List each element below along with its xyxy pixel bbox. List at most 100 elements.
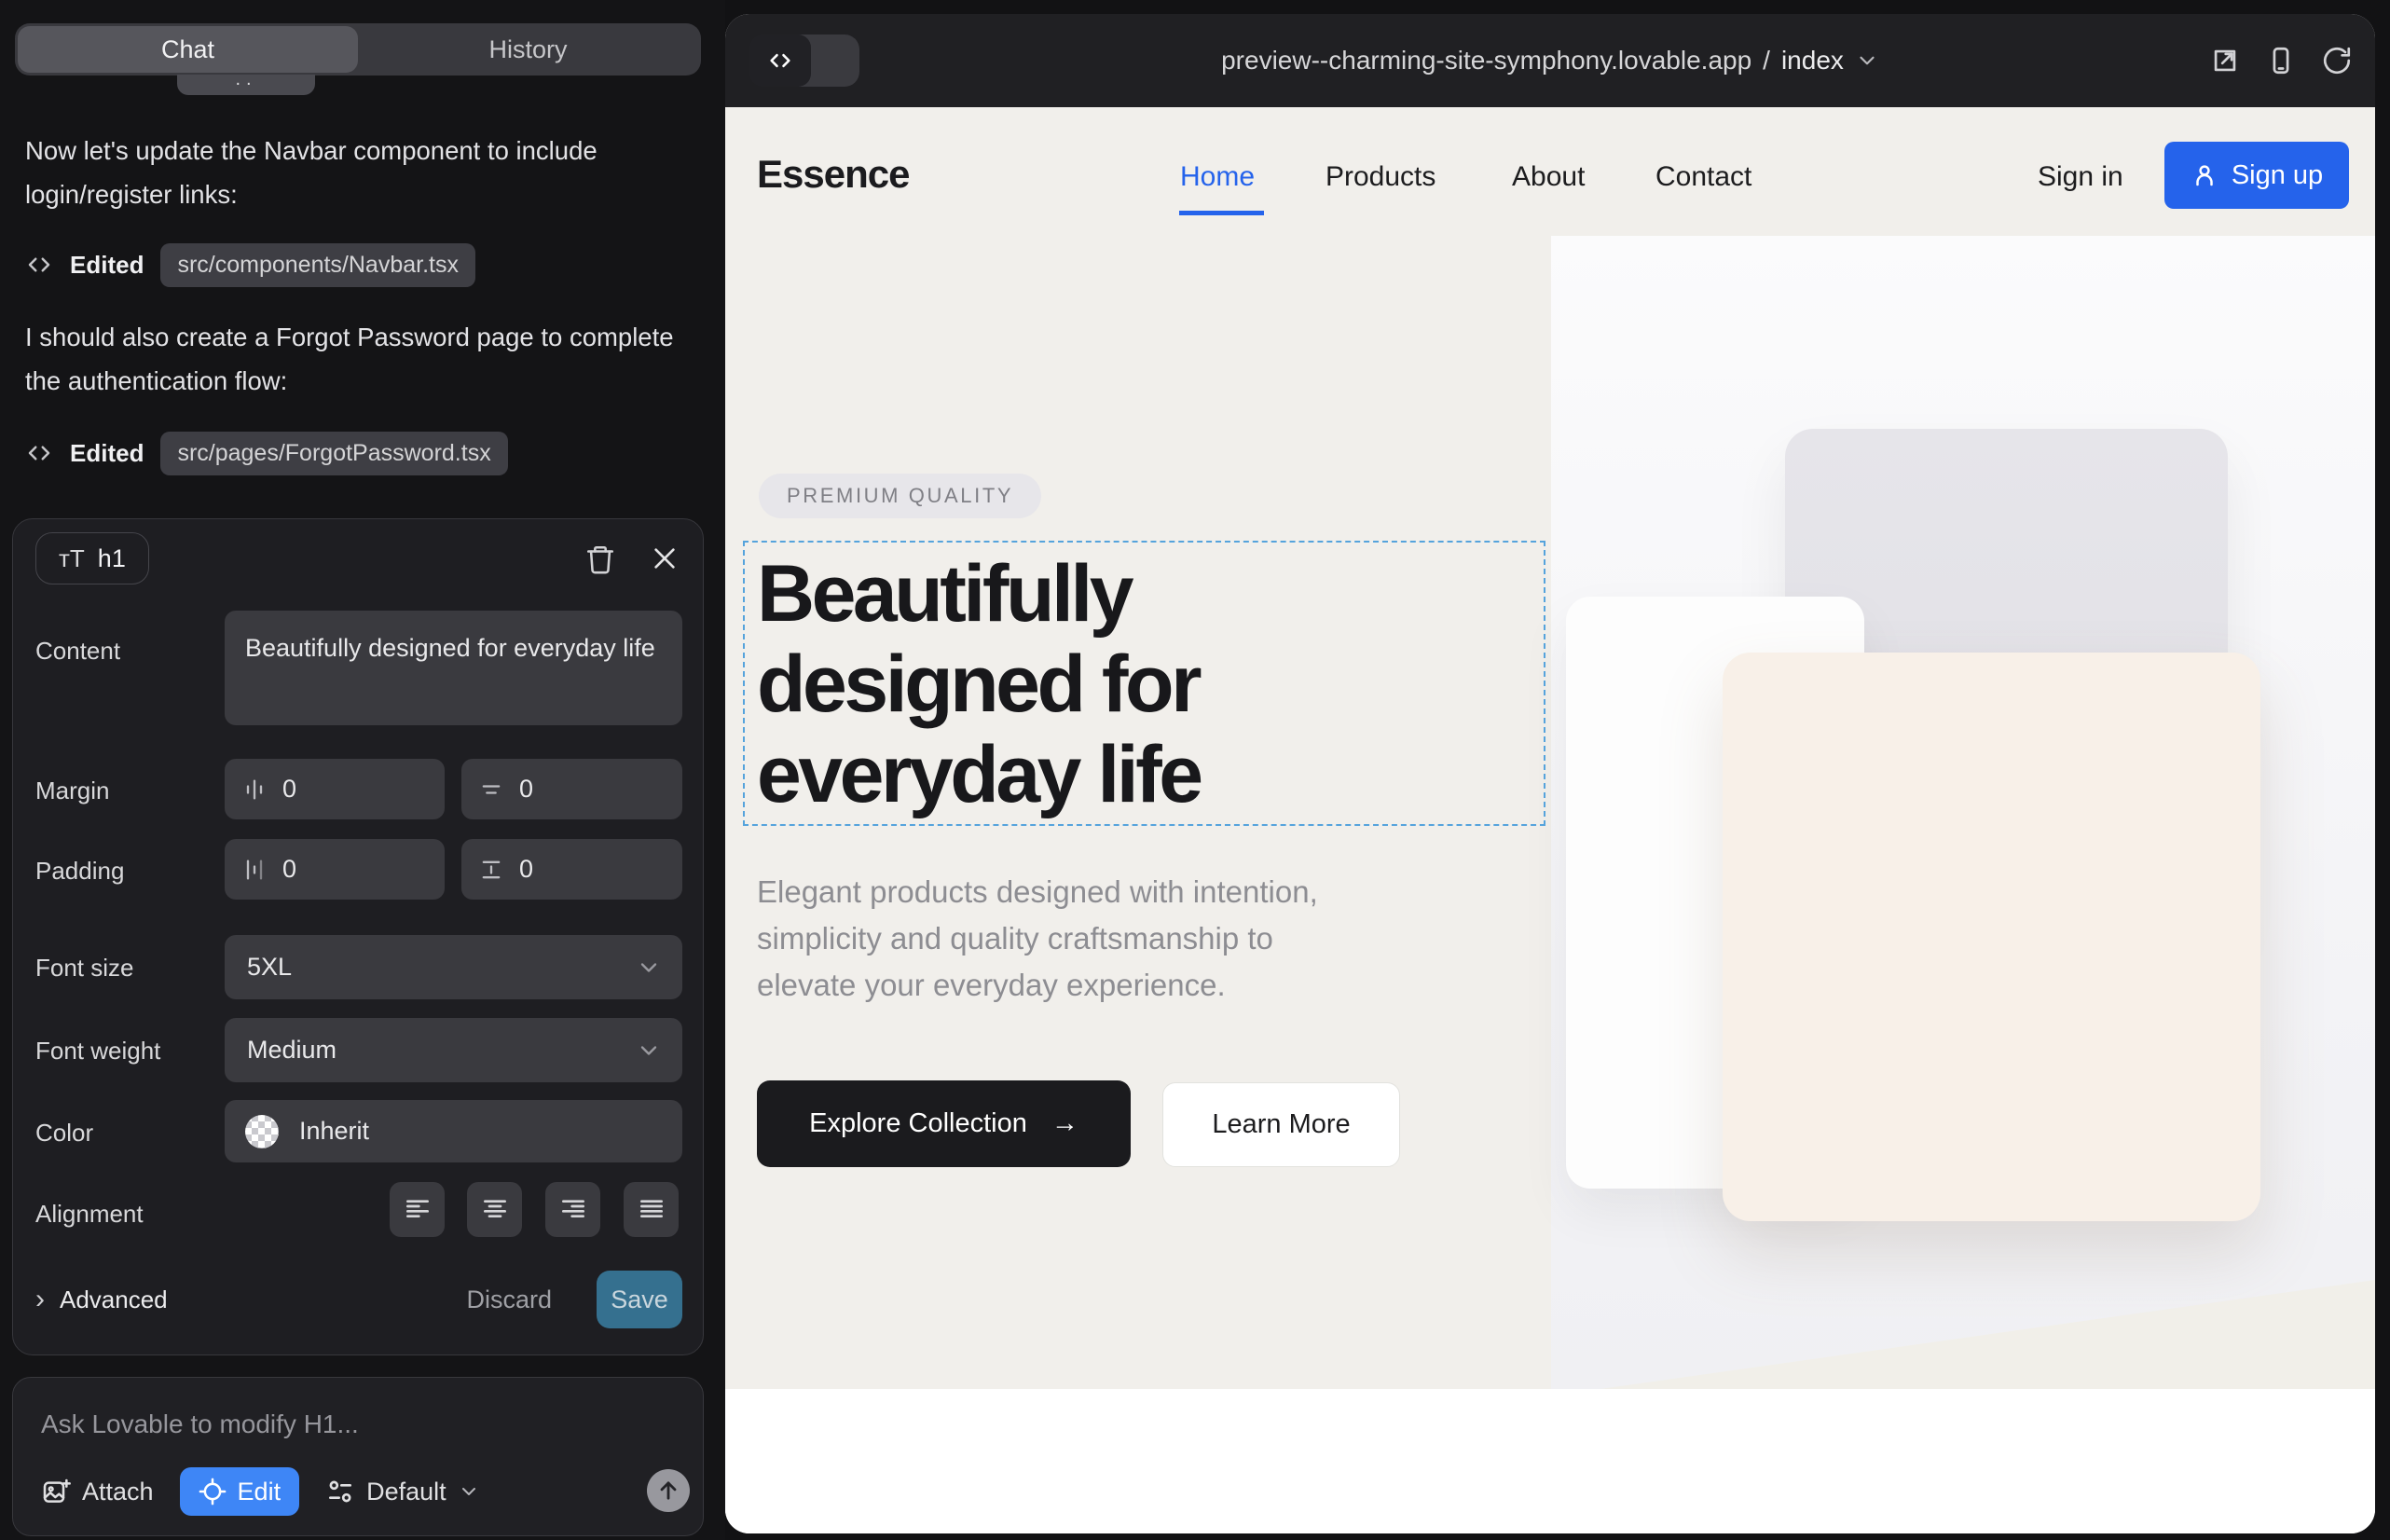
- assistant-message: Now let's update the Navbar component to…: [25, 129, 678, 216]
- nav-link-home[interactable]: Home: [1180, 161, 1255, 193]
- url-bar[interactable]: preview--charming-site-symphony.lovable.…: [725, 14, 2375, 107]
- active-nav-underline: [1179, 211, 1264, 215]
- decor-card-beige: [1723, 653, 2260, 1221]
- delete-element-button[interactable]: [584, 543, 616, 575]
- padding-x-input[interactable]: 0: [225, 839, 445, 900]
- align-right-button[interactable]: [545, 1182, 600, 1237]
- hero-visual-panel: [1551, 236, 2375, 1389]
- align-justify-button[interactable]: [624, 1182, 679, 1237]
- discard-button[interactable]: Discard: [466, 1286, 552, 1314]
- close-panel-button[interactable]: [650, 543, 680, 573]
- next-section-blank: [725, 1389, 2375, 1533]
- url-page: index: [1781, 46, 1844, 76]
- margin-vertical-icon: [478, 777, 504, 803]
- send-button[interactable]: [647, 1469, 690, 1512]
- hero-heading[interactable]: Beautifully designed for everyday life: [757, 549, 1201, 820]
- padding-horizontal-icon: [241, 857, 268, 883]
- align-left-button[interactable]: [390, 1182, 445, 1237]
- chrome-actions: [2209, 14, 2353, 107]
- chevron-down-icon: [636, 955, 662, 981]
- color-swatch-checkered: [245, 1115, 279, 1148]
- padding-y-input[interactable]: 0: [461, 839, 682, 900]
- align-left-icon: [403, 1195, 433, 1225]
- content-input[interactable]: Beautifully designed for everyday life: [225, 611, 682, 725]
- sign-up-button[interactable]: Sign up: [2164, 142, 2349, 209]
- image-plus-icon: [41, 1477, 71, 1506]
- save-button[interactable]: Save: [597, 1271, 682, 1328]
- nav-link-products[interactable]: Products: [1325, 161, 1435, 193]
- margin-y-input[interactable]: 0: [461, 759, 682, 819]
- font-size-label: Font size: [35, 954, 134, 983]
- edited-file-row: Edited src/pages/ForgotPassword.tsx: [25, 429, 508, 477]
- align-right-icon: [558, 1195, 588, 1225]
- file-chip-navbar[interactable]: src/components/Navbar.tsx: [160, 243, 475, 287]
- user-icon: [2191, 161, 2218, 189]
- code-brackets-icon: [25, 251, 53, 279]
- assistant-message: I should also create a Forgot Password p…: [25, 315, 678, 403]
- color-label: Color: [35, 1119, 93, 1148]
- refresh-button[interactable]: [2321, 45, 2353, 76]
- edited-file-row: Edited src/components/Navbar.tsx: [25, 241, 475, 289]
- sign-in-link[interactable]: Sign in: [2038, 161, 2123, 193]
- advanced-row: › Advanced Discard Save: [35, 1271, 682, 1328]
- content-label: Content: [35, 637, 120, 666]
- advanced-toggle[interactable]: Advanced: [60, 1286, 168, 1314]
- chat-history-tabs: Chat History: [15, 23, 701, 76]
- decor-diagonal-wedge: [1551, 1268, 2375, 1389]
- arrow-right-icon: →: [1051, 1108, 1078, 1139]
- sliders-icon: [325, 1477, 355, 1506]
- chevron-down-icon: [1855, 48, 1879, 73]
- composer-input[interactable]: Ask Lovable to modify H1...: [41, 1409, 359, 1439]
- typography-icon: тT: [59, 544, 85, 573]
- model-selector[interactable]: Default: [325, 1477, 480, 1506]
- chat-composer[interactable]: Ask Lovable to modify H1... Attach Edit …: [12, 1377, 704, 1536]
- nav-link-contact[interactable]: Contact: [1655, 161, 1751, 193]
- open-in-new-tab-button[interactable]: [2209, 45, 2241, 76]
- padding-vertical-icon: [478, 857, 504, 883]
- align-center-icon: [480, 1195, 510, 1225]
- preview-site: Essence Home Products About Contact Sign…: [725, 107, 2375, 1533]
- margin-label: Margin: [35, 777, 109, 805]
- chevron-down-icon: [636, 1038, 662, 1064]
- chevron-right-icon: ›: [35, 1284, 45, 1315]
- learn-more-button[interactable]: Learn More: [1162, 1082, 1400, 1167]
- selected-element-tag[interactable]: тT h1: [35, 532, 149, 584]
- nav-link-about[interactable]: About: [1512, 161, 1585, 193]
- font-weight-label: Font weight: [35, 1037, 160, 1066]
- align-center-button[interactable]: [467, 1182, 522, 1237]
- attach-button[interactable]: Attach: [41, 1477, 154, 1506]
- tab-chat[interactable]: Chat: [18, 26, 358, 73]
- color-select[interactable]: Inherit: [225, 1100, 682, 1162]
- premium-quality-badge: PREMIUM QUALITY: [759, 474, 1041, 518]
- arrow-up-icon: [655, 1478, 681, 1504]
- site-logo[interactable]: Essence: [757, 152, 909, 197]
- external-link-icon: [2209, 45, 2241, 76]
- font-size-select[interactable]: 5XL: [225, 935, 682, 999]
- smartphone-icon: [2265, 45, 2297, 76]
- lovable-chat-pane: Chat History .. Now let's update the Nav…: [0, 0, 725, 1540]
- margin-horizontal-icon: [241, 777, 268, 803]
- element-tag-name: h1: [98, 544, 126, 573]
- explore-collection-button[interactable]: Explore Collection →: [757, 1080, 1131, 1167]
- browser-chrome-bar: preview--charming-site-symphony.lovable.…: [725, 14, 2375, 107]
- preview-browser-window: preview--charming-site-symphony.lovable.…: [725, 14, 2375, 1533]
- margin-x-input[interactable]: 0: [225, 759, 445, 819]
- close-icon: [650, 543, 680, 573]
- alignment-label: Alignment: [35, 1200, 144, 1229]
- hero-paragraph: Elegant products designed with intention…: [757, 869, 1318, 1009]
- url-separator: /: [1763, 46, 1770, 76]
- edited-label: Edited: [70, 251, 144, 280]
- file-chip-forgot-password[interactable]: src/pages/ForgotPassword.tsx: [160, 432, 507, 475]
- mobile-preview-button[interactable]: [2265, 45, 2297, 76]
- trash-icon: [584, 543, 616, 575]
- target-icon: [199, 1478, 227, 1506]
- truncated-chip: ..: [177, 75, 315, 95]
- font-weight-select[interactable]: Medium: [225, 1018, 682, 1082]
- refresh-icon: [2321, 45, 2353, 76]
- tab-history[interactable]: History: [358, 26, 698, 73]
- url-host: preview--charming-site-symphony.lovable.…: [1221, 46, 1751, 76]
- align-justify-icon: [637, 1195, 666, 1225]
- code-brackets-icon: [25, 439, 53, 467]
- edit-mode-button[interactable]: Edit: [180, 1467, 300, 1516]
- composer-toolbar: Attach Edit Default: [41, 1467, 480, 1516]
